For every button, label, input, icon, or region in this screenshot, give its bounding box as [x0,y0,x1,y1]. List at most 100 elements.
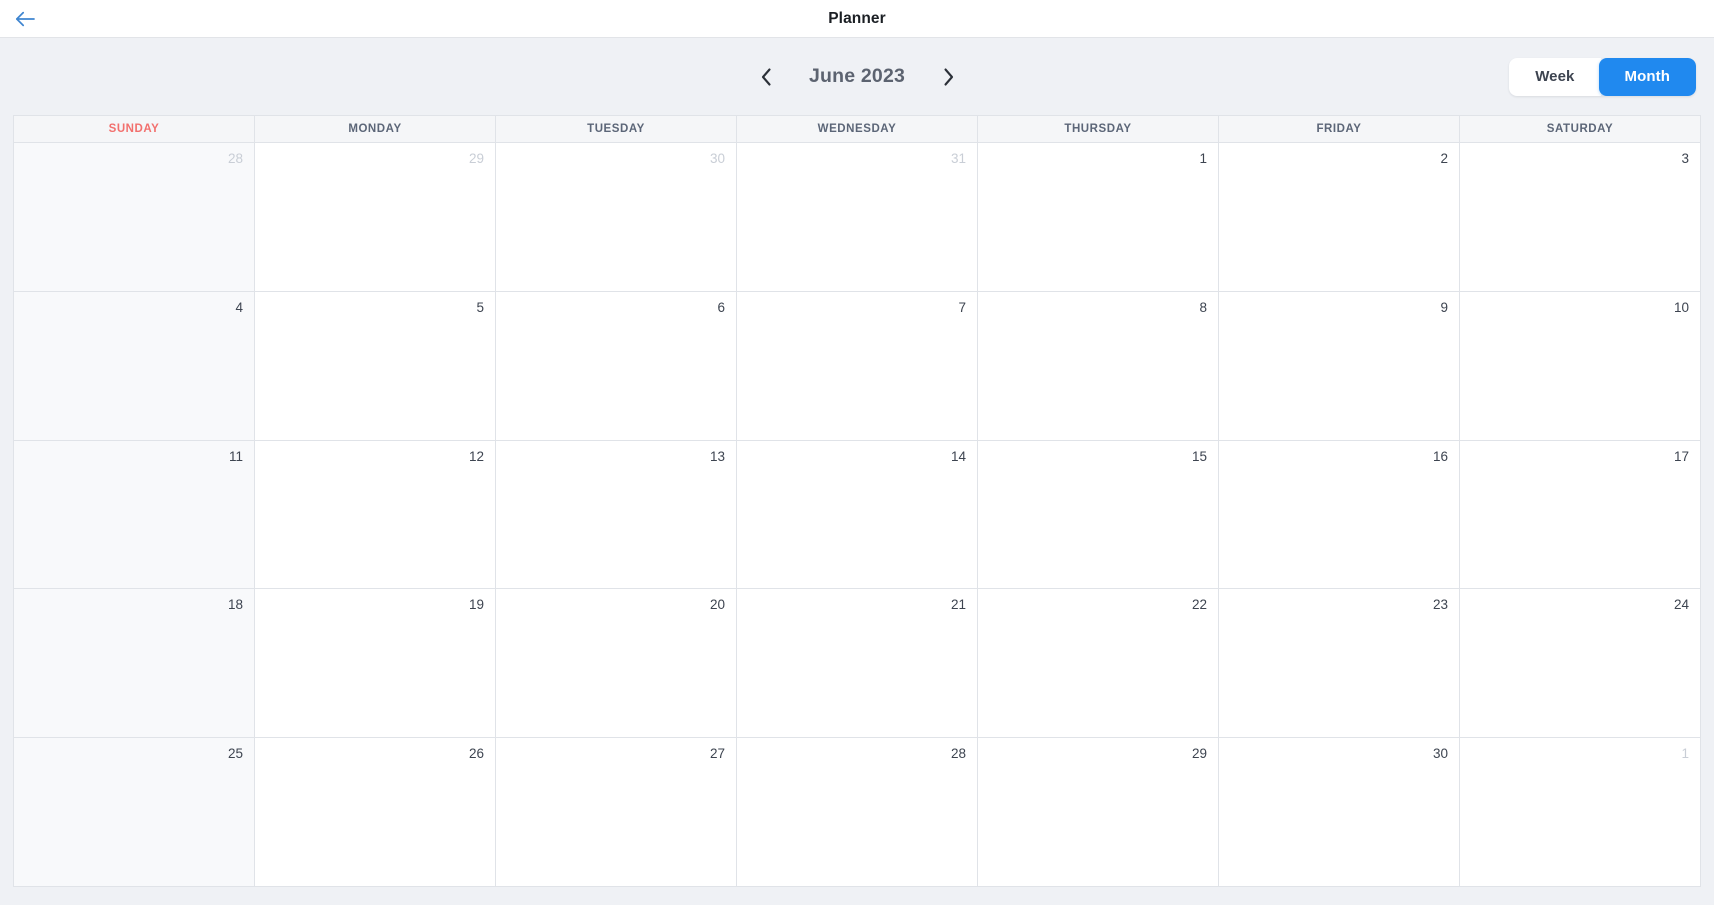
month-grid: SUNDAY MONDAY TUESDAY WEDNESDAY THURSDAY… [13,115,1701,887]
calendar-toolbar: June 2023 Week Month [0,38,1714,115]
day-number: 20 [709,597,725,613]
day-cell[interactable]: 29 [255,143,496,292]
week-view-button[interactable]: Week [1509,57,1601,96]
page-title: Planner [828,9,886,27]
view-mode-toggle: Week Month [1509,57,1696,96]
day-cell[interactable]: 23 [1219,589,1460,739]
day-cell[interactable]: 26 [255,738,496,887]
day-number: 31 [950,151,966,166]
day-number: 12 [468,448,484,464]
day-cell[interactable]: 14 [737,440,978,590]
day-cell[interactable]: 15 [978,440,1219,590]
day-cell[interactable]: 21 [737,589,978,739]
day-cell[interactable]: 29 [978,738,1219,887]
day-cell[interactable]: 12 [255,440,496,590]
day-cell[interactable]: 13 [496,440,737,590]
day-number: 19 [468,597,484,613]
day-number: 22 [1191,597,1207,613]
day-number: 1 [1199,151,1207,166]
day-cell[interactable]: 3 [1460,143,1701,292]
day-cell[interactable]: 4 [14,291,255,441]
day-cell[interactable]: 16 [1219,440,1460,590]
day-number: 24 [1673,597,1689,613]
week-row: 11 12 13 14 15 16 17 [14,440,1701,590]
dow-header-wednesday: WEDNESDAY [737,116,978,143]
day-number: 9 [1440,299,1448,315]
next-month-button[interactable] [935,62,961,92]
day-number: 6 [717,299,725,315]
app-header: Planner [0,0,1714,38]
month-view-button[interactable]: Month [1598,57,1696,96]
day-number: 1 [1681,746,1689,762]
day-number: 18 [227,597,243,613]
day-cell[interactable]: 25 [14,738,255,887]
arrow-left-icon [15,11,35,27]
calendar-container: SUNDAY MONDAY TUESDAY WEDNESDAY THURSDAY… [0,115,1714,905]
day-number: 10 [1673,299,1689,315]
day-cell[interactable]: 5 [255,291,496,441]
day-cell[interactable]: 28 [737,738,978,887]
day-cell[interactable]: 6 [496,291,737,441]
day-number: 16 [1432,448,1448,464]
day-number: 7 [958,299,966,315]
current-month-label: June 2023 [808,65,906,87]
day-cell[interactable]: 30 [1219,738,1460,887]
day-number: 28 [950,746,966,762]
day-cell[interactable]: 31 [737,143,978,292]
dow-header-monday: MONDAY [255,116,496,143]
day-number: 26 [468,746,484,762]
day-number: 4 [235,299,243,315]
chevron-right-icon [943,67,954,86]
day-number: 5 [476,299,484,315]
dow-header-thursday: THURSDAY [978,116,1219,143]
week-row: 25 26 27 28 29 30 1 [14,738,1701,887]
day-cell[interactable]: 18 [14,589,255,739]
day-number: 2 [1440,151,1448,166]
day-cell[interactable]: 19 [255,589,496,739]
week-row: 28 29 30 31 1 2 3 [14,143,1701,292]
day-number: 28 [227,151,243,166]
day-of-week-header-row: SUNDAY MONDAY TUESDAY WEDNESDAY THURSDAY… [14,116,1701,143]
day-number: 23 [1432,597,1448,613]
day-cell[interactable]: 1 [1460,738,1701,887]
day-number: 15 [1191,448,1207,464]
day-cell[interactable]: 20 [496,589,737,739]
dow-header-saturday: SATURDAY [1460,116,1701,143]
day-cell[interactable]: 24 [1460,589,1701,739]
day-cell[interactable]: 8 [978,291,1219,441]
day-cell[interactable]: 1 [978,143,1219,292]
month-navigation: June 2023 [753,62,961,92]
day-cell[interactable]: 27 [496,738,737,887]
dow-header-tuesday: TUESDAY [496,116,737,143]
day-cell[interactable]: 17 [1460,440,1701,590]
day-cell[interactable]: 2 [1219,143,1460,292]
chevron-left-icon [761,67,772,86]
day-cell[interactable]: 9 [1219,291,1460,441]
day-number: 27 [709,746,725,762]
day-cell[interactable]: 11 [14,440,255,590]
day-cell[interactable]: 7 [737,291,978,441]
week-row: 18 19 20 21 22 23 24 [14,589,1701,739]
day-number: 11 [228,448,243,464]
day-number: 13 [709,448,725,464]
day-number: 25 [227,746,243,762]
day-number: 29 [1191,746,1207,762]
day-cell[interactable]: 22 [978,589,1219,739]
day-number: 14 [950,448,966,464]
day-number: 8 [1199,299,1207,315]
previous-month-button[interactable] [753,62,779,92]
day-cell[interactable]: 28 [14,143,255,292]
day-number: 30 [709,151,725,166]
day-number: 17 [1673,448,1689,464]
week-row: 4 5 6 7 8 9 10 [14,291,1701,441]
day-number: 30 [1432,746,1448,762]
day-number: 3 [1681,151,1689,166]
day-number: 21 [950,597,966,613]
back-button[interactable] [8,4,42,34]
calendar-weeks: 28 29 30 31 1 2 3 4 5 6 7 8 9 10 11 12 1… [14,143,1701,887]
day-number: 29 [468,151,484,166]
day-cell[interactable]: 10 [1460,291,1701,441]
dow-header-sunday: SUNDAY [14,116,255,143]
day-cell[interactable]: 30 [496,143,737,292]
dow-header-friday: FRIDAY [1219,116,1460,143]
